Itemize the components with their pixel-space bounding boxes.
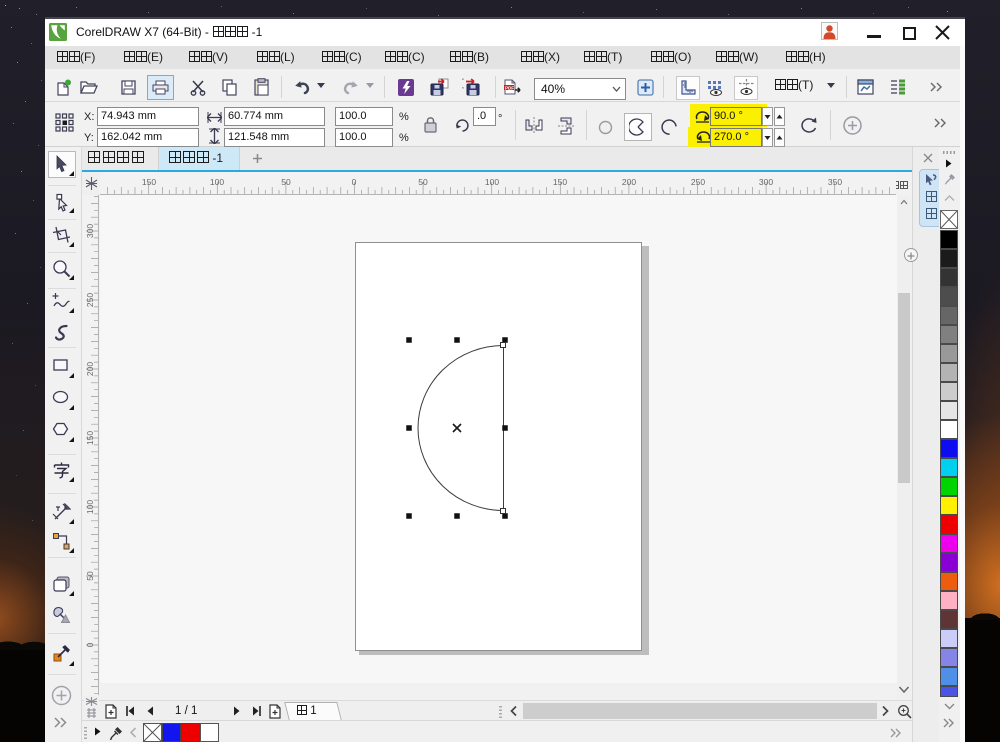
svg-text:150: 150: [85, 431, 95, 445]
svg-text:100: 100: [85, 500, 95, 514]
svg-text:150: 150: [553, 177, 567, 187]
svg-text:300: 300: [85, 224, 95, 238]
svg-text:100: 100: [210, 177, 224, 187]
svg-text:250: 250: [85, 293, 95, 307]
svg-text:0: 0: [85, 642, 95, 647]
svg-text:200: 200: [622, 177, 636, 187]
svg-text:100: 100: [485, 177, 499, 187]
svg-text:200: 200: [85, 362, 95, 376]
svg-text:150: 150: [142, 177, 156, 187]
svg-text:PDF: PDF: [505, 85, 514, 90]
svg-text:250: 250: [691, 177, 705, 187]
svg-text:350: 350: [828, 177, 842, 187]
svg-text:50: 50: [85, 571, 95, 581]
svg-text:50: 50: [418, 177, 428, 187]
svg-text:300: 300: [759, 177, 773, 187]
svg-text:0: 0: [352, 177, 357, 187]
svg-text:50: 50: [281, 177, 291, 187]
